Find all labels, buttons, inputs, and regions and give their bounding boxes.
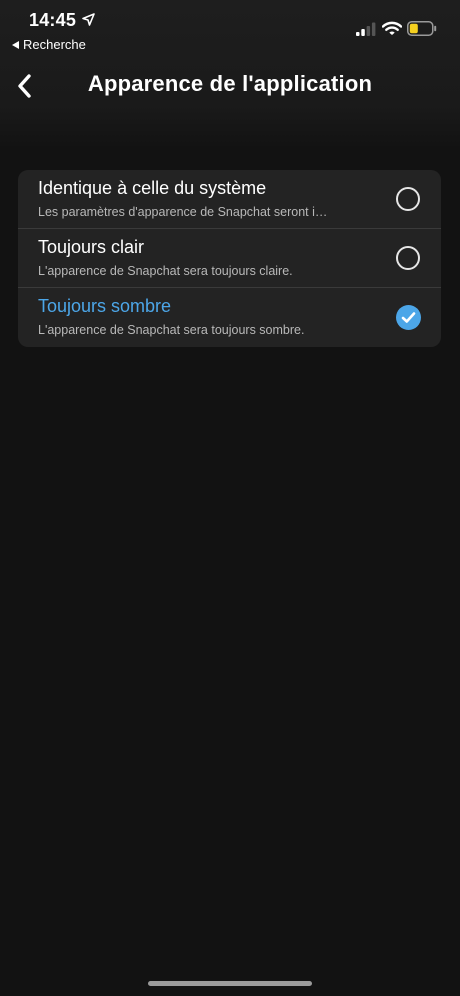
wifi-icon [382, 21, 402, 35]
radio-unchecked-icon[interactable] [396, 246, 420, 270]
back-triangle-icon [12, 40, 19, 49]
radio-unchecked-icon[interactable] [396, 187, 420, 211]
status-time: 14:45 [29, 10, 77, 30]
option-subtitle: L'apparence de Snapchat sera toujours cl… [38, 264, 293, 278]
option-title: Toujours sombre [38, 296, 172, 316]
battery-icon [407, 21, 437, 36]
option-system-default[interactable]: Identique à celle du système Les paramèt… [18, 170, 441, 229]
page-title: Apparence de l'application [87, 71, 373, 96]
option-always-light[interactable]: Toujours clair L'apparence de Snapchat s… [18, 229, 441, 288]
option-subtitle: Les paramètres d'apparence de Snapchat s… [38, 205, 328, 219]
checkmark-icon[interactable] [396, 305, 421, 330]
home-indicator[interactable] [148, 981, 312, 986]
cellular-signal-icon [356, 22, 376, 36]
option-title: Identique à celle du système [38, 178, 267, 198]
option-subtitle: L'apparence de Snapchat sera toujours so… [38, 323, 305, 337]
appearance-options-card: Identique à celle du système Les paramèt… [18, 170, 441, 347]
back-to-app-link[interactable]: Recherche [12, 37, 86, 52]
option-title: Toujours clair [38, 237, 145, 257]
option-always-dark[interactable]: Toujours sombre L'apparence de Snapchat … [18, 288, 441, 347]
location-arrow-icon [82, 13, 95, 26]
back-to-app-label: Recherche [23, 37, 86, 52]
